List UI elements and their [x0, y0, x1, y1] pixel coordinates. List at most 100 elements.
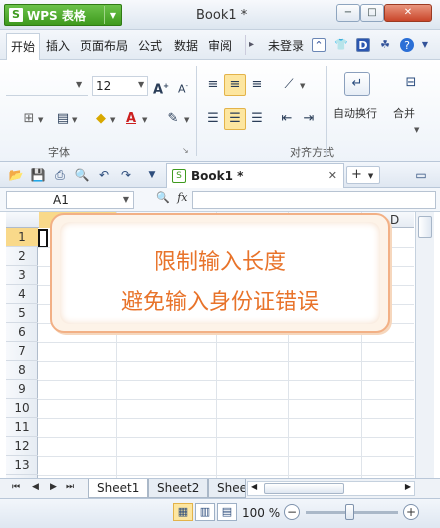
tab-insert[interactable]: 插入 — [46, 37, 70, 54]
align-top-icon[interactable]: ≡ — [202, 74, 224, 96]
sheet-tab-2[interactable]: Sheet2 — [148, 479, 209, 498]
chevron-down-icon[interactable]: ▼ — [123, 195, 129, 204]
print-preview-icon[interactable]: 🔍 — [74, 167, 90, 183]
new-tab-button[interactable]: + ▼ — [346, 166, 380, 184]
customize-toolbar-icon[interactable]: ▼ — [144, 167, 160, 183]
tab-review[interactable]: 审阅 — [208, 37, 232, 54]
increase-indent-icon[interactable]: ⇥ — [298, 108, 320, 130]
minimize-button[interactable]: − — [336, 4, 360, 22]
chevron-down-icon[interactable]: ▼ — [300, 82, 305, 90]
increase-font-icon[interactable]: A+ — [150, 75, 172, 97]
align-middle-icon[interactable]: ≡ — [224, 74, 246, 96]
decrease-indent-icon[interactable]: ⇤ — [276, 108, 298, 130]
row-number-9[interactable]: 9 — [6, 380, 38, 399]
next-sheet-icon[interactable]: ▶ — [50, 482, 57, 492]
chevron-down-icon[interactable]: ▼ — [142, 116, 147, 124]
zoom-slider-thumb[interactable] — [345, 504, 354, 520]
undo-icon[interactable]: ↶ — [96, 167, 112, 183]
name-box[interactable]: A1 ▼ — [6, 191, 134, 209]
skin-icon[interactable]: 👕 — [334, 38, 348, 52]
row-header[interactable]: 1 2 3 4 5 6 7 8 9 10 11 12 13 — [6, 228, 38, 478]
docer-icon[interactable]: D — [356, 38, 370, 52]
first-sheet-icon[interactable]: ⏮ — [12, 482, 20, 492]
sheet-tab-3[interactable]: Shee — [208, 479, 246, 498]
row-number-2[interactable]: 2 — [6, 247, 38, 266]
save-icon[interactable]: 💾 — [30, 167, 46, 183]
wps-app-menu-button[interactable]: S WPS 表格 ▼ — [4, 4, 122, 26]
maximize-button[interactable]: □ — [360, 4, 384, 22]
document-tab[interactable]: S Book1 * ✕ — [166, 163, 344, 189]
row-number-5[interactable]: 5 — [6, 304, 38, 323]
chevron-down-icon[interactable]: ▼ — [110, 116, 115, 124]
scrollbar-thumb[interactable] — [264, 483, 344, 494]
tab-home[interactable]: 开始 — [6, 33, 41, 61]
align-right-icon[interactable]: ☰ — [246, 108, 268, 130]
redo-icon[interactable]: ↷ — [118, 167, 134, 183]
share-icon[interactable]: ☘ — [378, 38, 392, 52]
decrease-font-icon[interactable]: A- — [172, 75, 194, 97]
horizontal-scrollbar[interactable]: ◀ ▶ — [247, 481, 415, 496]
row-number-12[interactable]: 12 — [6, 437, 38, 456]
normal-view-icon[interactable]: ▦ — [173, 503, 193, 521]
chevron-down-icon[interactable]: ▼ — [414, 126, 419, 134]
format-cells-icon[interactable]: ▤ — [52, 108, 74, 130]
scroll-right-icon[interactable]: ▶ — [405, 482, 411, 491]
chevron-down-icon[interactable]: ▼ — [138, 80, 144, 89]
formula-input[interactable] — [192, 191, 436, 209]
close-button[interactable]: ✕ — [384, 4, 432, 22]
window-mode-icon[interactable]: ▭ — [410, 167, 432, 183]
zoom-formula-icon[interactable]: 🔍 — [156, 191, 170, 204]
zoom-out-button[interactable]: − — [284, 504, 300, 520]
print-icon[interactable]: ⎙ — [52, 167, 68, 183]
align-left-icon[interactable]: ☰ — [202, 108, 224, 130]
tab-formulas[interactable]: 公式 — [138, 37, 162, 54]
page-layout-view-icon[interactable]: ▤ — [217, 503, 237, 521]
chevron-down-icon[interactable]: ▼ — [38, 116, 43, 124]
help-icon[interactable]: ? — [400, 38, 414, 52]
align-center-icon[interactable]: ☰ — [224, 108, 246, 130]
row-number-4[interactable]: 4 — [6, 285, 38, 304]
insert-function-icon[interactable]: fx — [177, 191, 187, 204]
prev-sheet-icon[interactable]: ◀ — [32, 482, 39, 492]
login-status[interactable]: 未登录 — [268, 37, 304, 54]
wrap-text-button[interactable]: 自动换行 — [333, 105, 377, 121]
tab-data[interactable]: 数据 — [174, 37, 198, 54]
selected-cell-a1[interactable] — [38, 229, 48, 248]
chevron-down-icon[interactable]: ▼ — [184, 116, 189, 124]
row-number-1[interactable]: 1 — [6, 228, 38, 247]
collapse-ribbon-icon[interactable]: ⌃ — [312, 38, 326, 52]
row-number-11[interactable]: 11 — [6, 418, 38, 437]
vertical-scrollbar[interactable] — [415, 212, 434, 478]
font-color-icon[interactable]: A — [120, 108, 142, 130]
scrollbar-thumb[interactable] — [418, 216, 432, 238]
border-icon[interactable]: ⊞ — [18, 108, 40, 130]
row-number-6[interactable]: 6 — [6, 323, 38, 342]
page-break-view-icon[interactable]: ▥ — [195, 503, 215, 521]
row-number-10[interactable]: 10 — [6, 399, 38, 418]
text-direction-icon[interactable]: ⟋ — [278, 74, 300, 96]
open-folder-icon[interactable]: 📂 — [8, 167, 24, 183]
chevron-down-icon[interactable]: ▼ — [105, 11, 121, 20]
row-number-3[interactable]: 3 — [6, 266, 38, 285]
cell-style-icon[interactable]: ✎ — [162, 108, 184, 130]
fill-color-icon[interactable]: ◆ — [90, 108, 112, 130]
align-bottom-icon[interactable]: ≡ — [246, 74, 268, 96]
wrap-text-icon[interactable]: ↵ — [344, 72, 370, 96]
close-icon[interactable]: ✕ — [328, 169, 337, 182]
dialog-launcher-icon[interactable]: ↘ — [182, 146, 189, 155]
more-tabs-icon[interactable]: ▸ — [245, 35, 257, 55]
row-number-13[interactable]: 13 — [6, 456, 38, 475]
tab-page-layout[interactable]: 页面布局 — [80, 37, 128, 54]
sheet-tab-1[interactable]: Sheet1 — [88, 479, 149, 498]
help-dropdown-icon[interactable]: ▼ — [418, 38, 432, 52]
merge-cells-button[interactable]: 合并 — [393, 105, 415, 121]
zoom-in-button[interactable]: + — [403, 504, 419, 520]
row-number-8[interactable]: 8 — [6, 361, 38, 380]
zoom-level[interactable]: 100 % — [242, 506, 280, 520]
merge-cells-icon[interactable]: ⊟ — [398, 72, 424, 96]
last-sheet-icon[interactable]: ⏭ — [66, 482, 74, 492]
chevron-down-icon[interactable]: ▼ — [76, 80, 82, 89]
chevron-down-icon[interactable]: ▼ — [72, 116, 77, 124]
column-header-d[interactable]: D — [390, 213, 399, 227]
row-number-7[interactable]: 7 — [6, 342, 38, 361]
